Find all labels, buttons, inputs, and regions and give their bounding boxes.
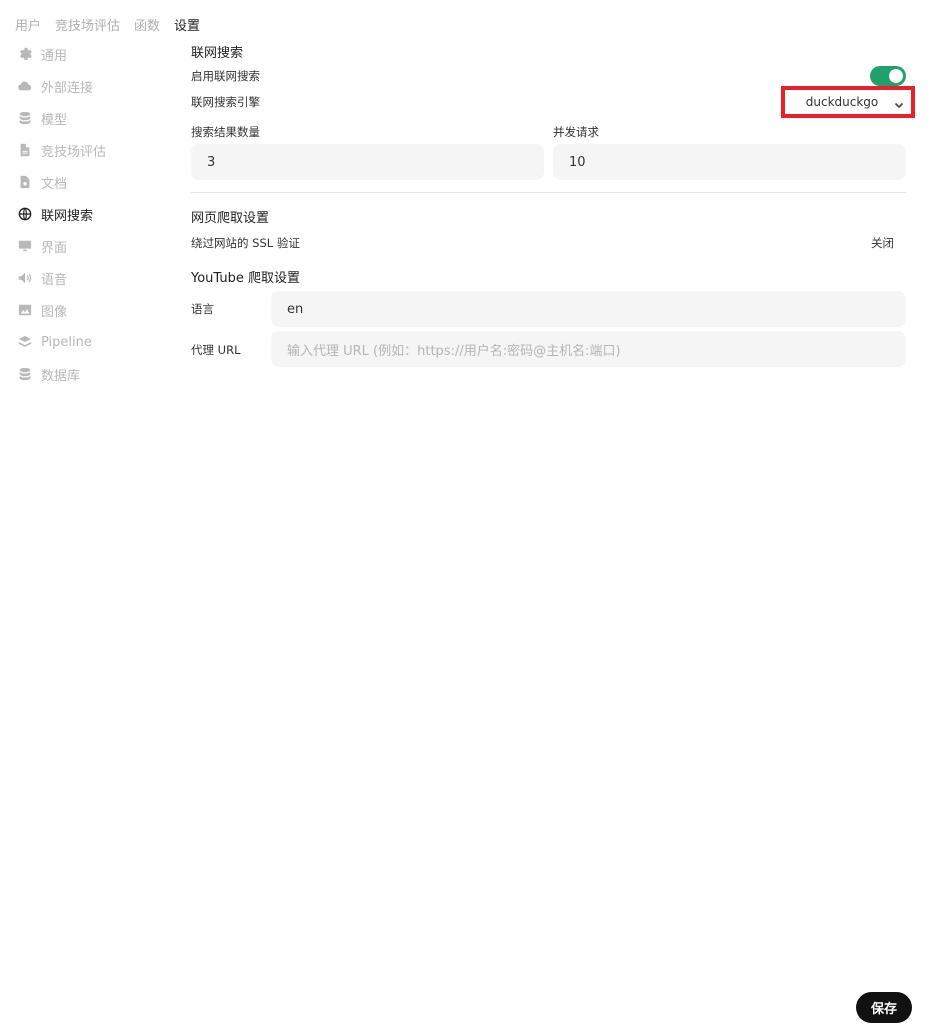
image-icon — [18, 303, 32, 317]
result-count-input[interactable]: 3 — [191, 144, 544, 180]
sidebar-item-label: 界面 — [41, 240, 68, 256]
proxy-url-input[interactable]: 输入代理 URL (例如：https://用户名:密码@主机名:端口) — [271, 331, 906, 367]
sidebar-item-audio[interactable]: 语音 — [18, 262, 178, 294]
sidebar-item-label: 联网搜索 — [41, 208, 94, 224]
speaker-icon — [18, 271, 32, 285]
sidebar-item-images[interactable]: 图像 — [18, 294, 178, 326]
sidebar-item-label: 通用 — [41, 48, 68, 64]
layers-icon — [18, 335, 32, 349]
proxy-url-label: 代理 URL — [191, 343, 241, 357]
toggle-knob — [889, 69, 903, 83]
sidebar-item-label: 图像 — [41, 304, 68, 320]
concurrent-requests-label: 并发请求 — [553, 125, 599, 139]
sidebar-item-arena[interactable]: 竞技场评估 — [18, 134, 178, 166]
database-icon — [18, 111, 32, 125]
globe-icon — [18, 207, 32, 221]
save-button[interactable]: 保存 — [856, 992, 912, 1023]
language-input[interactable]: en — [271, 291, 906, 327]
web-search-title: 联网搜索 — [191, 46, 244, 61]
sidebar-item-label: Pipeline — [41, 334, 92, 350]
settings-sidebar: 通用 外部连接 模型 竞技场评估 文档 联网搜索 界面 语音 图像 Pipeli… — [18, 38, 178, 390]
sidebar-item-documents[interactable]: 文档 — [18, 166, 178, 198]
bypass-ssl-toggle[interactable]: 关闭 — [871, 235, 894, 251]
section-divider — [191, 192, 906, 193]
document-search-icon — [18, 175, 32, 189]
sidebar-item-label: 外部连接 — [41, 80, 94, 96]
sidebar-item-database[interactable]: 数据库 — [18, 358, 178, 390]
sidebar-item-label: 文档 — [41, 176, 68, 192]
gear-icon — [18, 47, 32, 61]
enable-web-search-label: 启用联网搜索 — [191, 69, 260, 83]
crawl-settings-title: 网页爬取设置 — [191, 211, 270, 226]
sidebar-item-label: 数据库 — [41, 368, 81, 384]
chevron-down-icon — [893, 96, 905, 109]
sidebar-item-models[interactable]: 模型 — [18, 102, 178, 134]
database-icon — [18, 367, 32, 381]
concurrent-requests-input[interactable]: 10 — [553, 144, 906, 180]
monitor-icon — [18, 239, 32, 253]
sidebar-item-interface[interactable]: 界面 — [18, 230, 178, 262]
result-count-label: 搜索结果数量 — [191, 125, 260, 139]
cloud-icon — [18, 79, 32, 93]
sidebar-item-label: 竞技场评估 — [41, 144, 107, 160]
search-engine-value: duckduckgo — [805, 95, 879, 109]
search-engine-label: 联网搜索引擎 — [191, 95, 260, 109]
document-icon — [18, 143, 32, 157]
sidebar-item-pipelines[interactable]: Pipeline — [18, 326, 178, 358]
sidebar-item-connections[interactable]: 外部连接 — [18, 70, 178, 102]
tab-functions[interactable]: 函数 — [134, 15, 160, 34]
youtube-settings-title: YouTube 爬取设置 — [191, 271, 300, 286]
search-engine-select[interactable]: duckduckgo — [781, 86, 915, 118]
tab-arena[interactable]: 竞技场评估 — [55, 15, 120, 34]
bypass-ssl-label: 绕过网站的 SSL 验证 — [191, 236, 300, 250]
tab-settings[interactable]: 设置 — [174, 15, 200, 34]
sidebar-item-web-search[interactable]: 联网搜索 — [18, 198, 178, 230]
language-label: 语言 — [191, 302, 214, 316]
tab-users[interactable]: 用户 — [15, 15, 41, 34]
sidebar-item-label: 语音 — [41, 272, 68, 288]
sidebar-item-label: 模型 — [41, 112, 68, 128]
enable-web-search-toggle[interactable] — [870, 66, 906, 86]
sidebar-item-general[interactable]: 通用 — [18, 38, 178, 70]
top-tabs: 用户 竞技场评估 函数 设置 — [15, 15, 200, 34]
